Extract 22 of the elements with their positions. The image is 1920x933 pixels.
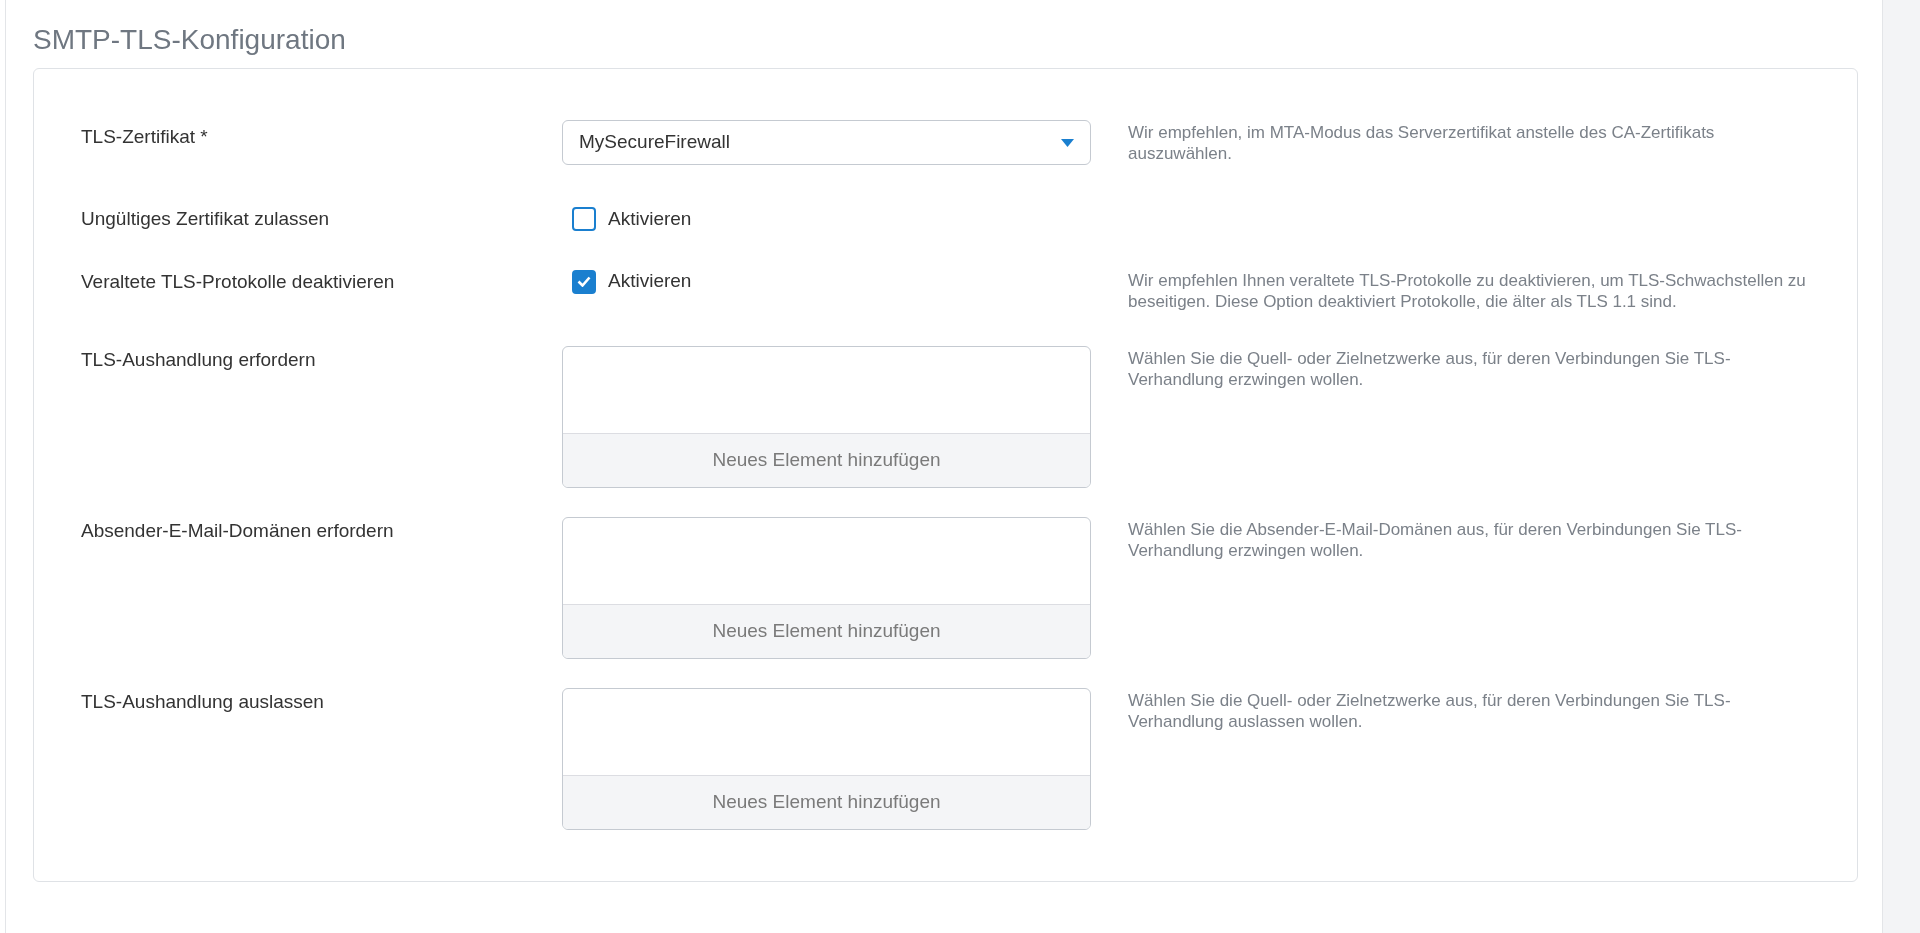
caret-icon [1061,138,1074,147]
field-label: Absender-E-Mail-Domänen erfordern [81,518,395,543]
checkbox[interactable] [572,207,596,231]
help-text: Wir empfehlen, im MTA-Modus das Serverzertifikat anstelle des CA-Zertifikats auszuwählen. [1128,122,1716,164]
add-item-button[interactable]: Neues Element hinzufügen [563,774,1090,829]
help-text: Wählen Sie die Absender-E-Mail-Domänen aus, für deren Verbindungen Sie TLS-Verhandlung erzwingen wollen. [1128,518,1743,561]
field-label: TLS-Aushandlung auslassen [81,689,325,714]
checkbox-label: Aktivieren [608,269,692,294]
checkmark-icon [577,276,591,287]
help-text: Wählen Sie die Quell- oder Zielnetzwerke aus, für deren Verbindungen Sie TLS-Verhandlung erzwingen wollen. [1128,347,1732,390]
add-item-button[interactable]: Neues Element hinzufügen [563,603,1090,658]
field-label: TLS-Zertifikat * [81,125,209,149]
field-label: Ungültiges Zertifikat zulassen [81,207,331,231]
field-label: Veraltete TLS-Protokolle deaktivieren [81,269,396,294]
field-label: TLS-Aushandlung erfordern [81,347,317,372]
help-text: Wählen Sie die Quell- oder Zielnetzwerke aus, für deren Verbindungen Sie TLS-Verhandlung auslassen wollen. [1128,689,1732,732]
checkbox[interactable] [572,269,596,294]
checkbox-label: Aktivieren [608,206,692,231]
certificate-dropdown[interactable]: MySecureFirewall [562,120,1091,165]
section-title: SMTP-TLS-Konfiguration [33,23,347,57]
help-text: Wir empfehlen Ihnen veraltete TLS-Protokolle zu deaktivieren, um TLS-Schwachstellen zu beseitigen. Diese Option deaktiviert Protokolle, die älter als TLS 1.1 sind. [1128,269,1807,312]
add-item-button[interactable]: Neues Element hinzufügen [563,432,1090,487]
